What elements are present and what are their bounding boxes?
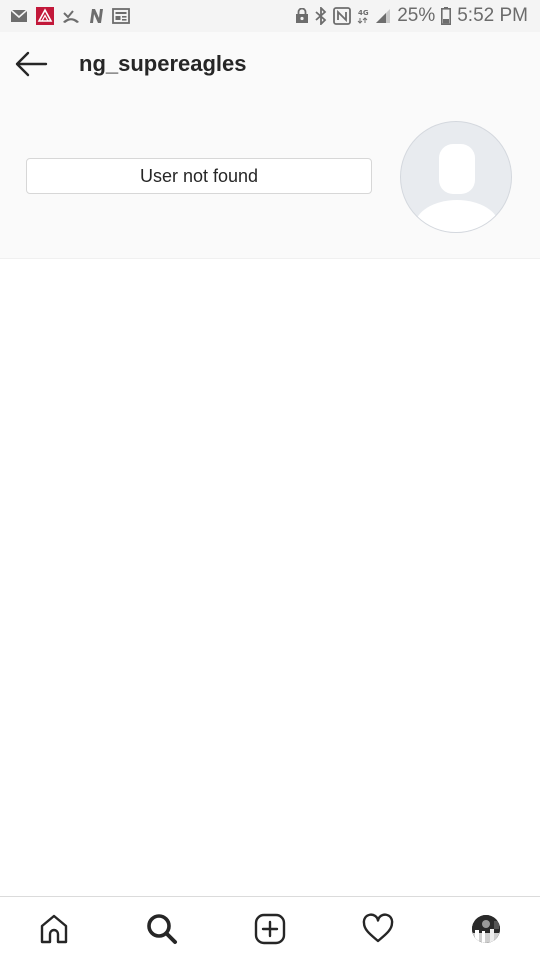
mail-icon — [10, 9, 28, 23]
tab-new-post[interactable] — [246, 905, 294, 953]
tab-profile[interactable] — [462, 905, 510, 953]
profile-avatar — [472, 915, 500, 943]
search-icon — [147, 914, 177, 944]
bluetooth-icon — [315, 7, 327, 25]
home-icon — [40, 914, 68, 944]
new-post-icon — [254, 913, 286, 945]
back-button[interactable] — [14, 50, 48, 78]
n-app-icon — [88, 8, 104, 24]
battery-percent: 25% — [397, 5, 436, 26]
news-icon — [112, 8, 130, 24]
nfc-icon — [333, 7, 352, 25]
status-bar-right-icons: 4G 25% 5:52 PM — [295, 5, 528, 27]
status-bar: 4G 25% 5:52 PM — [0, 0, 540, 32]
lock-icon — [295, 8, 309, 24]
activity-heart-icon — [362, 913, 394, 943]
tab-home[interactable] — [30, 905, 78, 953]
battery-icon — [441, 7, 452, 25]
status-bar-left-icons — [10, 7, 130, 25]
bottom-tab-bar — [0, 896, 540, 961]
app-notification-icon — [36, 7, 54, 25]
back-arrow-icon — [15, 51, 48, 77]
profile-avatar-placeholder[interactable] — [400, 121, 512, 233]
user-not-found-label: User not found — [139, 165, 259, 186]
missed-call-icon — [62, 8, 80, 24]
4g-icon: 4G — [357, 7, 369, 25]
page-title: ng_supereagles — [79, 51, 247, 76]
svg-text:4G: 4G — [358, 9, 369, 17]
tab-search[interactable] — [138, 905, 186, 953]
user-not-found-button[interactable]: User not found — [26, 158, 372, 194]
tab-activity[interactable] — [354, 905, 402, 953]
default-avatar-icon — [415, 144, 499, 232]
profile-header: ng_supereagles User not found — [0, 32, 540, 259]
clock: 5:52 PM — [457, 5, 528, 26]
signal-icon — [375, 8, 391, 24]
